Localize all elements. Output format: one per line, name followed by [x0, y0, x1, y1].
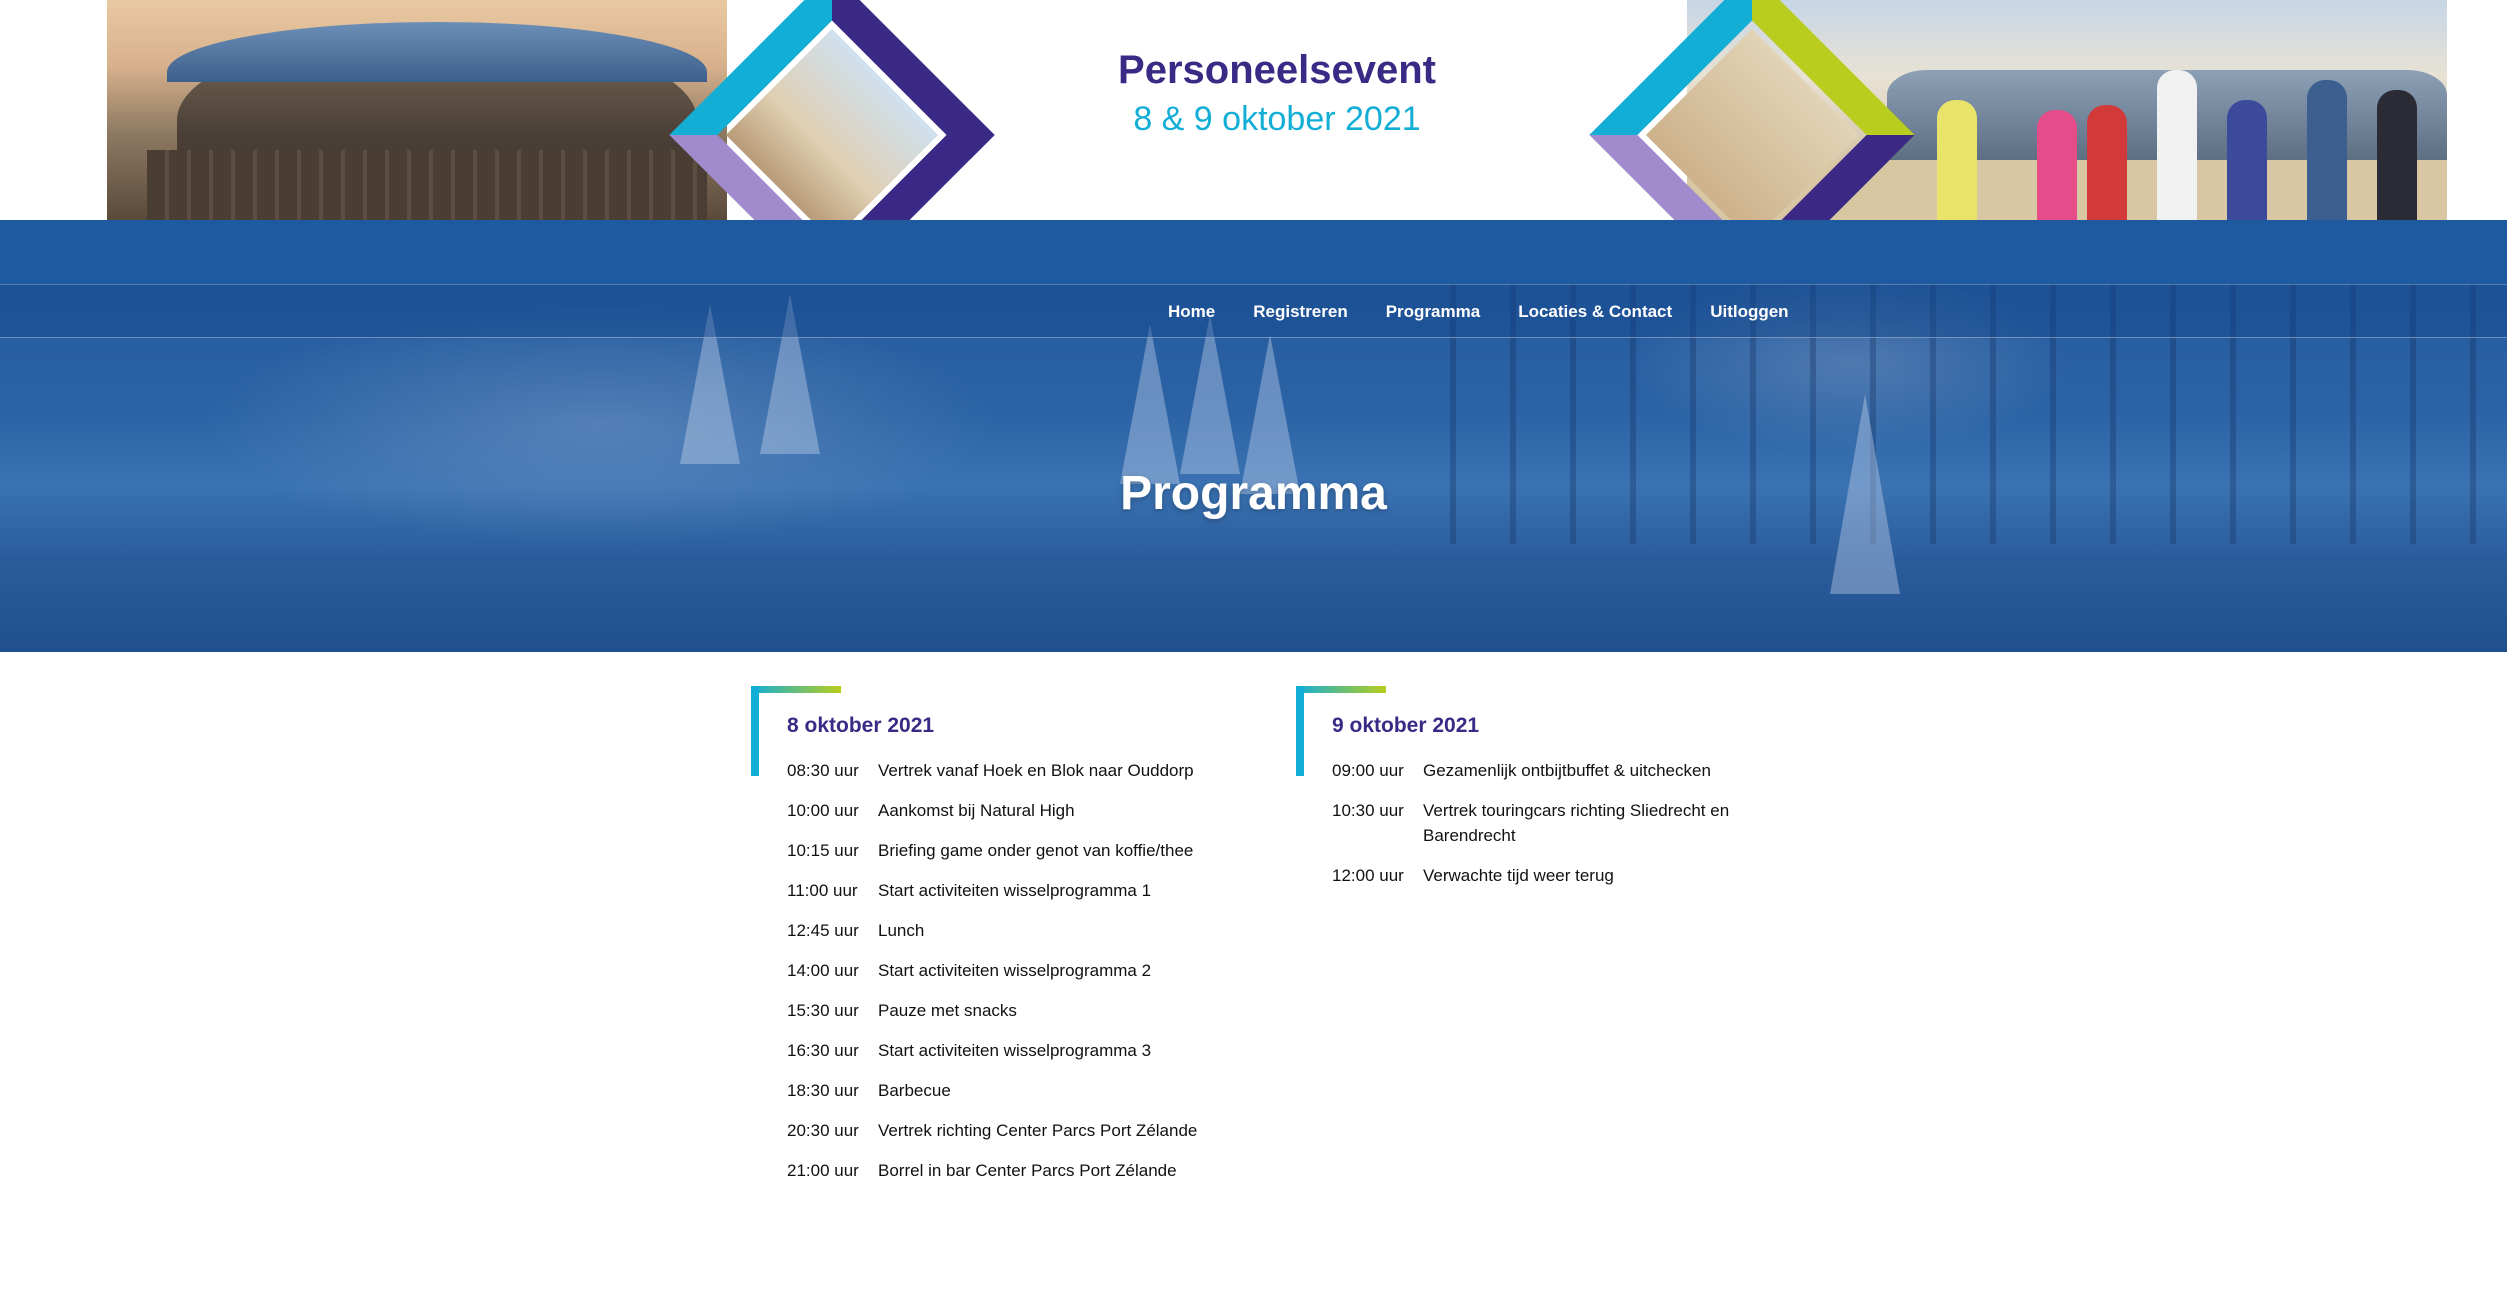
activity-label: Lunch [878, 921, 925, 940]
list-item: 11:00 uur Start activiteiten wisselprogra… [787, 878, 1257, 903]
activity-label: Start activiteiten wisselprogramma 3 [878, 1041, 1152, 1060]
page-title: Programma [1120, 467, 1387, 520]
time-label: 09:00 uur [1332, 761, 1404, 780]
day-title: 9 oktober 2021 [1332, 714, 1480, 737]
activity-label: Barbecue [878, 1081, 951, 1100]
time-label: 14:00 uur [787, 961, 859, 980]
list-item: 09:00 uur Gezamenlijk ontbijtbuffet & uit… [1332, 758, 1752, 783]
activity-label: Verwachte tijd weer terug [1423, 866, 1614, 885]
activity-label: Borrel in bar Center Parcs Port Zélande [878, 1161, 1177, 1180]
nav-item-home[interactable]: Home [1168, 302, 1215, 322]
activity-label: Start activiteiten wisselprogramma 1 [878, 881, 1152, 900]
time-label: 08:30 uur [787, 761, 859, 780]
main-nav: Home Registreren Programma Locaties & Co… [0, 284, 2507, 338]
time-label: 15:30 uur [787, 1001, 859, 1020]
nav-item-locaties-contact[interactable]: Locaties & Contact [1518, 302, 1672, 322]
time-label: 20:30 uur [787, 1121, 859, 1140]
list-item: 10:30 uur Vertrek touringcars richting Sl… [1332, 798, 1752, 848]
list-item: 10:15 uur Briefing game onder genot van k… [787, 838, 1257, 863]
activity-label: Vertrek vanaf Hoek en Blok naar Ouddorp [878, 761, 1194, 780]
time-label: 16:30 uur [787, 1041, 859, 1060]
time-label: 10:15 uur [787, 841, 859, 860]
nav-item-registreren[interactable]: Registreren [1253, 302, 1347, 322]
activity-label: Pauze met snacks [878, 1001, 1017, 1020]
activity-label: Vertrek richting Center Parcs Port Zélan… [878, 1121, 1198, 1140]
activity-label: Briefing game onder genot van koffie/the… [878, 841, 1194, 860]
time-label: 12:45 uur [787, 921, 859, 940]
activity-label: Aankomst bij Natural High [878, 801, 1075, 820]
nav-band [0, 220, 2507, 284]
activity-label: Vertrek touringcars richting Sliedrecht … [1423, 801, 1730, 845]
list-item: 15:30 uur Pauze met snacks [787, 998, 1257, 1023]
activity-label: Gezamenlijk ontbijtbuffet & uitchecken [1423, 761, 1711, 780]
time-label: 11:00 uur [787, 881, 858, 900]
header-banner: Personeelsevent 8 & 9 oktober 2021 [107, 0, 2447, 220]
time-label: 10:30 uur [1332, 801, 1404, 820]
day-title: 8 oktober 2021 [787, 714, 935, 737]
time-label: 10:00 uur [787, 801, 859, 820]
list-item: 20:30 uur Vertrek richting Center Parcs P… [787, 1118, 1257, 1143]
list-item: 12:45 uur Lunch [787, 918, 1257, 943]
list-item: 08:30 uur Vertrek vanaf Hoek en Blok naar… [787, 758, 1257, 783]
time-label: 21:00 uur [787, 1161, 859, 1180]
nav-item-programma[interactable]: Programma [1386, 302, 1480, 322]
event-date: 8 & 9 oktober 2021 [1133, 100, 1421, 138]
list-item: 18:30 uur Barbecue [787, 1078, 1257, 1103]
time-label: 18:30 uur [787, 1081, 859, 1100]
list-item: 12:00 uur Verwachte tijd weer terug [1332, 863, 1752, 888]
list-item: 14:00 uur Start activiteiten wisselprogra… [787, 958, 1257, 983]
list-item: 10:00 uur Aankomst bij Natural High [787, 798, 1257, 823]
list-item: 21:00 uur Borrel in bar Center Parcs Port… [787, 1158, 1257, 1183]
list-item: 16:30 uur Start activiteiten wisselprogra… [787, 1038, 1257, 1063]
event-title: Personeelsevent [1118, 48, 1436, 92]
activity-label: Start activiteiten wisselprogramma 2 [878, 961, 1152, 980]
time-label: 12:00 uur [1332, 866, 1404, 885]
nav-item-uitloggen[interactable]: Uitloggen [1710, 302, 1788, 322]
